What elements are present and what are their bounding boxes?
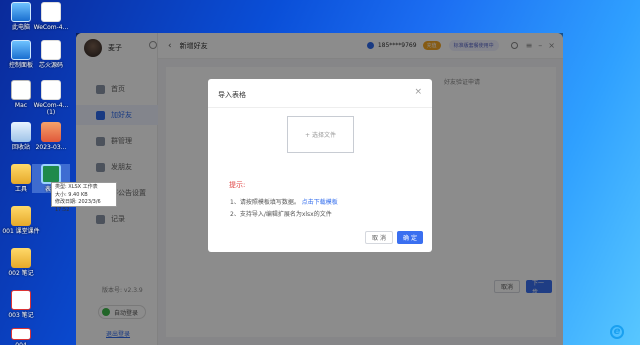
desktop-icon-label: WeCom-4... (1) bbox=[33, 102, 69, 116]
tip-line-2: 2、支持导入/编辑扩展名为xlsx的文件 bbox=[230, 211, 332, 218]
tip-text: 1、请按照模板填写数据。 bbox=[230, 199, 300, 206]
tooltip-size: 大小: 9.40 KB bbox=[55, 191, 88, 198]
desktop-icon-wecom-1[interactable]: WeCom-4... (1) bbox=[32, 80, 70, 116]
recycle-bin-icon bbox=[11, 122, 31, 142]
excel-file-icon bbox=[41, 164, 61, 184]
desktop-icon-pdf-003[interactable]: 003 笔记 bbox=[2, 290, 40, 319]
desktop-icon-label: Mac bbox=[14, 102, 28, 109]
tips-heading: 提示: bbox=[229, 181, 246, 189]
desktop-icon-label: 芯火源码 bbox=[38, 62, 63, 69]
download-template-link[interactable]: 点击下载模板 bbox=[302, 199, 338, 206]
desktop-icon-source[interactable]: 芯火源码 bbox=[32, 40, 70, 69]
tooltip-modified: 修改日期: 2023/3/6 17:52 bbox=[55, 199, 101, 213]
wecom-icon bbox=[41, 80, 61, 100]
desktop-icon-label: 2023-03... bbox=[35, 144, 67, 151]
desktop-icon-label: 工具 bbox=[14, 186, 27, 193]
desktop-icon-pdf-004[interactable]: 004 bbox=[2, 328, 40, 345]
desktop-icon-label: 003 笔记 bbox=[8, 312, 34, 319]
dialog-title: 导入表格 bbox=[218, 91, 246, 99]
folder-icon bbox=[11, 206, 31, 226]
confirm-button[interactable]: 确 定 bbox=[397, 231, 423, 244]
desktop-icon-label: WeCom-4... bbox=[33, 24, 69, 31]
desktop-icon-label: 控制面板 bbox=[8, 62, 33, 69]
desktop-icon-image[interactable]: 2023-03... bbox=[32, 122, 70, 151]
desktop-icon-label: 002 笔记 bbox=[8, 270, 34, 277]
divider bbox=[208, 107, 432, 108]
pdf-file-icon bbox=[11, 328, 31, 340]
tooltip-type: 类型: XLSX 工作表 bbox=[55, 184, 98, 190]
tip-line-1: 1、请按照模板填写数据。 点击下载模板 bbox=[230, 197, 338, 206]
folder-icon bbox=[11, 248, 31, 268]
close-icon[interactable]: × bbox=[414, 87, 422, 97]
pdf-file-icon bbox=[11, 290, 31, 310]
desktop-icon-label: 此电脑 bbox=[11, 24, 30, 31]
computer-icon bbox=[11, 2, 31, 22]
internet-explorer-icon[interactable]: e bbox=[610, 325, 624, 339]
file-icon bbox=[11, 80, 31, 100]
folder-icon bbox=[11, 164, 31, 184]
import-table-dialog: 导入表格 × + 选择文件 提示: 1、请按照模板填写数据。 点击下载模板 2、… bbox=[208, 79, 432, 252]
control-panel-icon bbox=[11, 40, 31, 60]
cancel-button[interactable]: 取 消 bbox=[365, 231, 393, 244]
wecom-icon bbox=[41, 2, 61, 22]
choose-file-button[interactable]: + 选择文件 bbox=[287, 116, 354, 153]
desktop-icon-folder-001[interactable]: 001 课堂课件 bbox=[2, 206, 40, 235]
image-file-icon bbox=[41, 122, 61, 142]
app-icon bbox=[41, 40, 61, 60]
file-tooltip: 类型: XLSX 工作表 大小: 9.40 KB 修改日期: 2023/3/6 … bbox=[51, 182, 117, 213]
desktop-icon-wecom[interactable]: WeCom-4... bbox=[32, 2, 70, 31]
desktop-icon-label: 001 课堂课件 bbox=[2, 228, 40, 235]
desktop-icon-label: 回收站 bbox=[11, 144, 30, 151]
desktop-icon-folder-002[interactable]: 002 笔记 bbox=[2, 248, 40, 277]
